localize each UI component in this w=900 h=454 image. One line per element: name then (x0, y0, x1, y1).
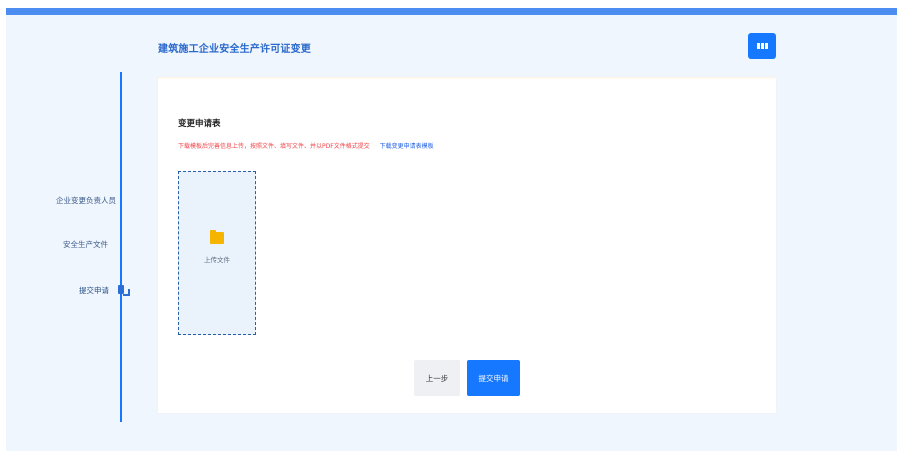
file-upload-area[interactable]: 上传文件 (178, 171, 256, 335)
current-step-icon (114, 280, 130, 298)
folder-icon (210, 230, 224, 244)
step-item-responsible-personnel[interactable]: 企业变更负责人员 (56, 195, 116, 206)
top-accent-bar (6, 8, 897, 15)
form-title: 变更申请表 (178, 119, 221, 129)
menu-button[interactable] (748, 33, 776, 59)
step-item-submit-application[interactable]: 提交申请 (79, 285, 109, 296)
step-item-safety-documents[interactable]: 安全生产文件 (63, 239, 108, 250)
form-card: 变更申请表 下载模板后完善信息上传，按照文件、填写文件、并以PDF文件格式提交 … (158, 77, 776, 413)
notice-text: 下载模板后完善信息上传，按照文件、填写文件、并以PDF文件格式提交 (178, 143, 370, 150)
step-progress-line (120, 72, 122, 422)
upload-label: 上传文件 (204, 256, 230, 264)
upload-notice: 下载模板后完善信息上传，按照文件、填写文件、并以PDF文件格式提交 下载变更申请… (178, 141, 434, 150)
submit-application-button[interactable]: 提交申请 (467, 360, 520, 396)
grid-icon (756, 43, 768, 49)
template-download-link[interactable]: 下载变更申请表模板 (380, 143, 434, 150)
previous-step-button[interactable]: 上一步 (414, 360, 460, 396)
page-title: 建筑施工企业安全生产许可证变更 (158, 44, 311, 55)
